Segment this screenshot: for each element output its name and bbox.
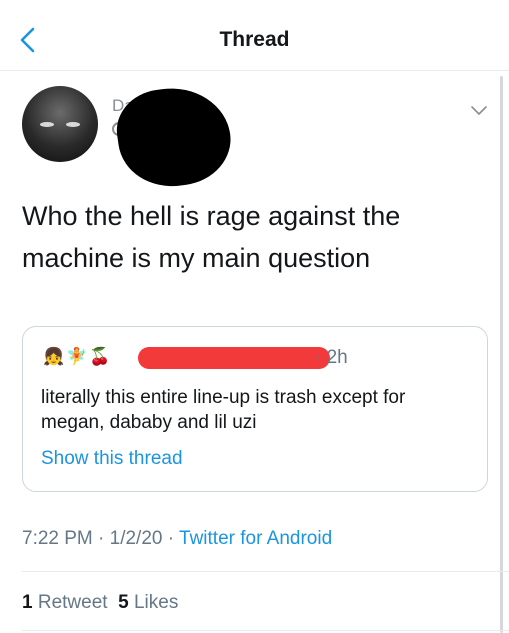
display-name-emojis: 👧🧚🍒: [43, 347, 113, 366]
page-title: Thread: [219, 28, 290, 51]
quoted-timestamp: · 2h: [315, 347, 348, 368]
avatar[interactable]: [22, 86, 98, 162]
source-link[interactable]: Twitter for Android: [179, 528, 332, 549]
retweet-stat[interactable]: 1 Retweet: [22, 592, 108, 613]
divider: [22, 630, 509, 631]
scrollbar[interactable]: [500, 76, 503, 633]
likes-label: Likes: [133, 592, 179, 613]
tweet-stats: 1 Retweet 5 Likes: [22, 592, 178, 614]
divider: [22, 571, 509, 572]
quoted-tweet[interactable]: 👧🧚🍒 · 2h literally this entire line-up i…: [22, 326, 488, 492]
retweet-count: 1: [22, 592, 33, 613]
chevron-down-icon[interactable]: [470, 104, 488, 118]
timestamp: 7:22 PM · 1/2/20 ·: [22, 528, 180, 549]
tweet-meta: 7:22 PM · 1/2/20 · Twitter for Android: [22, 528, 332, 550]
redaction-mark: [138, 347, 330, 369]
quoted-text: literally this entire line-up is trash e…: [41, 387, 406, 433]
retweet-label: Retweet: [37, 592, 108, 613]
likes-count: 5: [118, 592, 129, 613]
show-thread-link[interactable]: Show this thread: [41, 448, 183, 470]
likes-stat[interactable]: 5 Likes: [118, 592, 178, 613]
tweet-text: Who the hell is rage against the machine…: [22, 201, 401, 273]
top-bar: Thread: [0, 0, 509, 71]
